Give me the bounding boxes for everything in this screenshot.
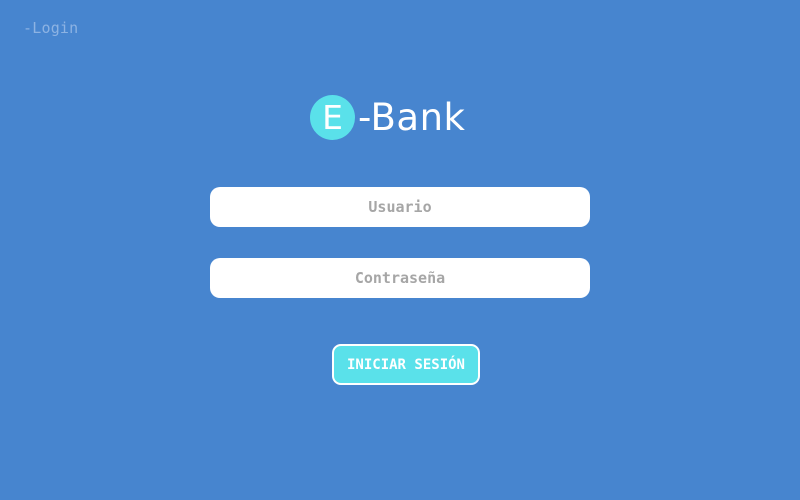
page-label: -Login — [23, 19, 79, 37]
password-input[interactable] — [210, 258, 590, 298]
logo-letter: E — [322, 98, 343, 137]
brand-logo: E -Bank — [310, 94, 465, 140]
logo-circle-icon: E — [310, 94, 355, 140]
username-input[interactable] — [210, 187, 590, 227]
brand-name: -Bank — [358, 95, 466, 139]
login-button[interactable]: INICIAR SESIÓN — [332, 344, 480, 385]
